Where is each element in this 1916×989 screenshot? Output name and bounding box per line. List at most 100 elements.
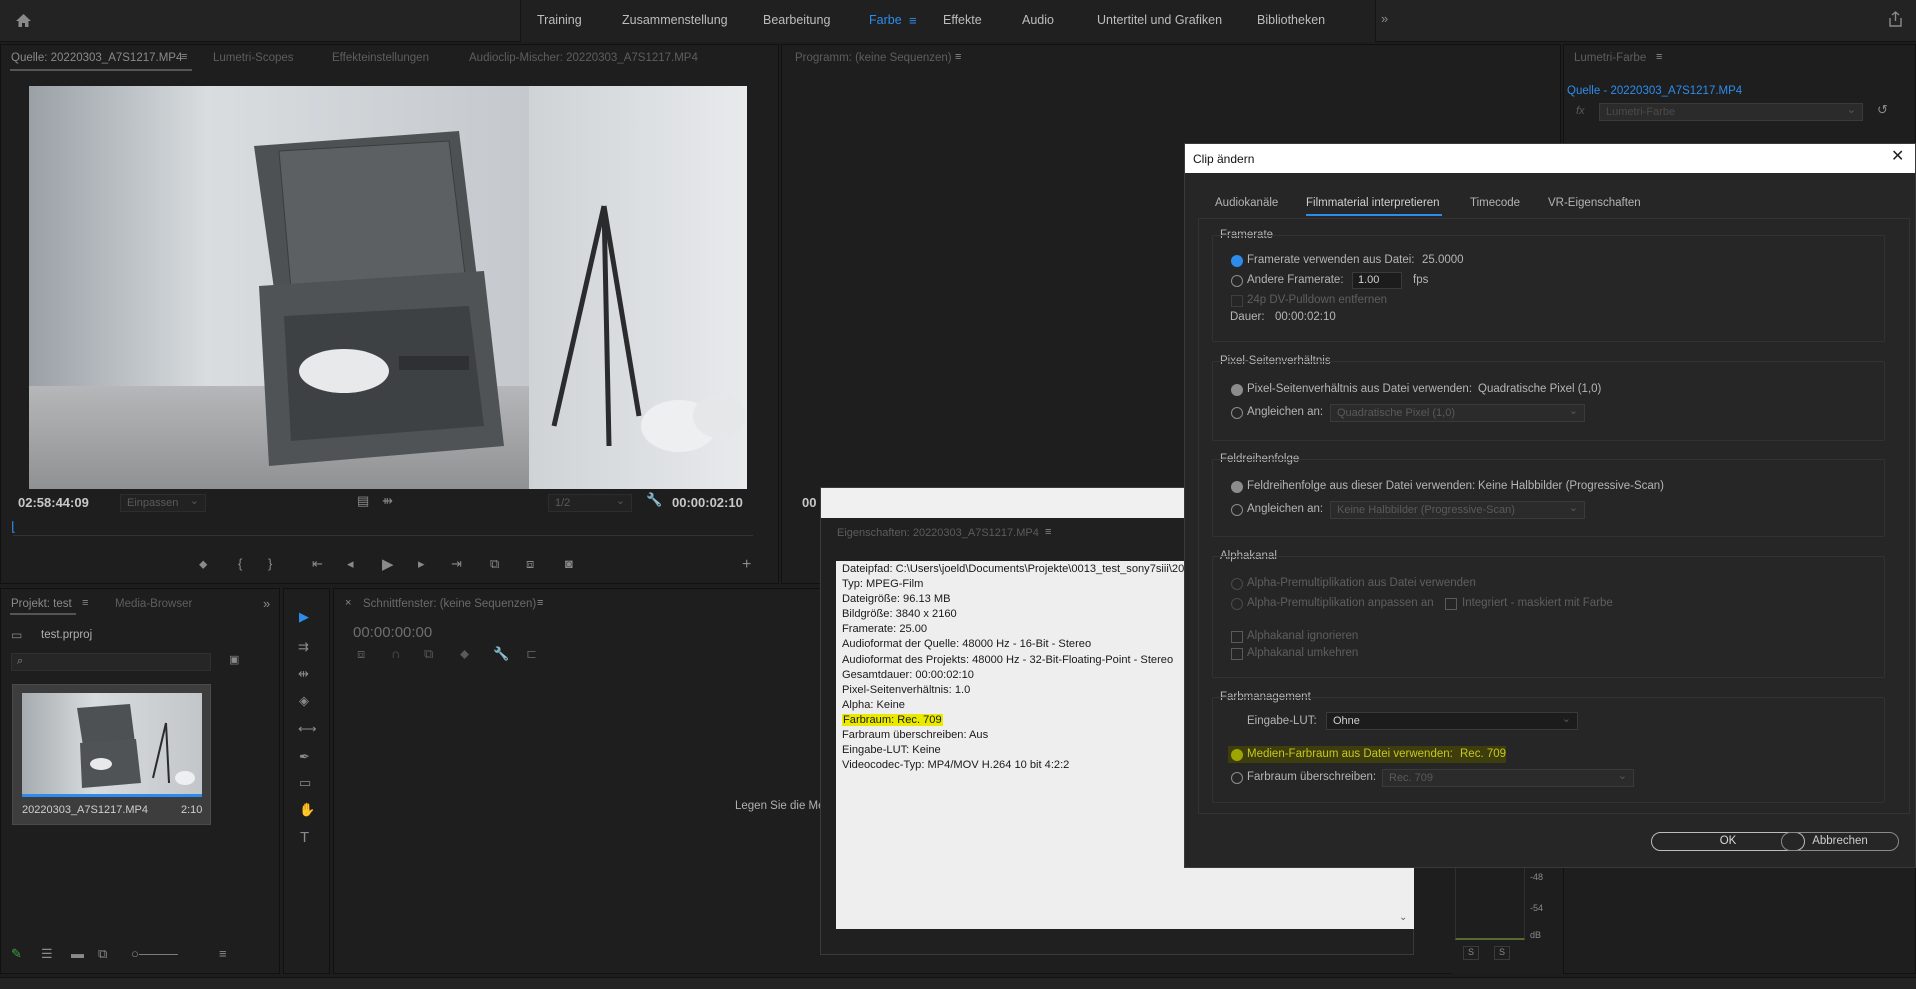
workspace-training[interactable]: Training [537,13,582,27]
panel-menu-icon[interactable]: ≡ [181,52,187,63]
ignore-alpha-checkbox[interactable] [1231,631,1243,643]
premult-adjust-radio[interactable] [1231,598,1243,610]
marker-list-icon[interactable]: ▤ [357,494,369,507]
workspace-zusammenstellung[interactable]: Zusammenstellung [622,13,728,27]
tab-vr-properties[interactable]: VR-Eigenschaften [1548,197,1641,209]
tab-media-browser[interactable]: Media-Browser [115,598,192,610]
step-back-icon[interactable]: ◂ [347,557,354,570]
share-icon[interactable] [1888,11,1903,29]
track-select-icon[interactable]: ⇉ [298,640,309,653]
tab-timecode[interactable]: Timecode [1470,197,1520,209]
list-view-icon[interactable]: ☰ [41,947,53,960]
new-bin-icon[interactable]: ▣ [229,655,239,666]
pixel-conform-dropdown[interactable]: Quadratische Pixel (1,0) [1330,404,1585,422]
field-conform-dropdown[interactable]: Keine Halbbilder (Progressive-Scan) [1330,501,1585,519]
pencil-icon[interactable]: ✎ [11,947,22,960]
tab-audio-channels[interactable]: Audiokanäle [1215,197,1278,209]
linked-selection-icon[interactable]: ⧉ [424,647,433,660]
timeline-timecode[interactable]: 00:00:00:00 [353,624,432,641]
insert-icon[interactable]: ⧉ [490,557,499,570]
override-color-dropdown[interactable]: Rec. 709 [1382,769,1634,787]
tab-program[interactable]: Programm: (keine Sequenzen) [795,52,952,64]
chevron-right-icon[interactable]: » [1381,12,1388,25]
hand-icon[interactable]: ✋ [299,803,315,816]
workspace-bearbeitung[interactable]: Bearbeitung [763,13,830,27]
panel-menu-icon[interactable]: ≡ [955,52,961,63]
nest-icon[interactable]: ⧈ [357,647,365,660]
solo-button[interactable]: S [1463,946,1479,960]
overwrite-icon[interactable]: ⧈ [526,557,534,570]
slip-icon[interactable]: ⟷ [298,722,317,735]
step-forward-icon[interactable]: ▸ [418,557,425,570]
integrated-checkbox[interactable] [1445,598,1457,610]
captions-icon[interactable]: ⊏ [526,647,537,660]
panel-menu-icon[interactable]: ≡ [82,598,88,609]
pixel-file-radio[interactable] [1231,384,1243,396]
tab-source[interactable]: Quelle: 20220303_A7S1217.MP4 [11,52,182,64]
freeform-view-icon[interactable]: ⧉ [98,947,107,960]
mark-out-icon[interactable]: } [268,557,272,570]
tab-project[interactable]: Projekt: test [11,598,72,610]
tab-audioclip-mixer[interactable]: Audioclip-Mischer: 20220303_A7S1217.MP4 [469,52,698,64]
tab-interpret-footage[interactable]: Filmmaterial interpretieren [1306,197,1440,209]
source-video-frame[interactable] [29,86,747,489]
tab-timeline[interactable]: Schnittfenster: (keine Sequenzen) [363,598,536,610]
rectangle-icon[interactable]: ▭ [299,776,311,789]
marker-icon[interactable]: ⬥ [199,558,207,570]
fit-dropdown[interactable]: Einpassen [120,494,206,512]
pen-icon[interactable]: ✒ [299,750,310,763]
field-conform-radio[interactable] [1231,504,1243,516]
scroll-down-icon[interactable]: ⌄ [1399,913,1407,923]
tab-lumetri-color[interactable]: Lumetri-Farbe [1574,52,1646,64]
override-color-radio[interactable] [1231,772,1243,784]
workspace-bibliotheken[interactable]: Bibliotheken [1257,13,1325,27]
premult-file-radio[interactable] [1231,578,1243,590]
panel-menu-icon[interactable]: ≡ [1656,52,1662,63]
workspace-audio[interactable]: Audio [1022,13,1054,27]
input-lut-dropdown[interactable]: Ohne [1326,712,1578,730]
framerate-other-radio[interactable] [1231,275,1243,287]
invert-alpha-checkbox[interactable] [1231,648,1243,660]
pixel-conform-radio[interactable] [1231,407,1243,419]
tab-effect-settings[interactable]: Effekteinstellungen [332,52,429,64]
ripple-edit-icon[interactable]: ⇹ [298,667,309,680]
camera-icon[interactable]: ◙ [565,557,573,570]
playhead-icon[interactable]: ⌊ [11,520,16,533]
mark-in-icon[interactable]: { [238,557,242,570]
project-search-input[interactable]: ⌕ [11,653,211,671]
play-icon[interactable]: ▶ [382,557,394,572]
snap-icon[interactable]: ∩ [391,647,400,660]
panel-menu-icon[interactable]: ≡ [1045,527,1051,538]
razor-icon[interactable]: ◈ [299,694,309,707]
more-panels-icon[interactable]: » [263,597,270,610]
lumetri-source[interactable]: Quelle - 20220303_A7S1217.MP4 [1567,85,1742,97]
workspace-farbe[interactable]: Farbe [869,13,902,27]
timeline-settings-icon[interactable]: 🔧 [493,647,509,660]
project-clip-thumbnail[interactable]: 20220303_A7S1217.MP4 2:10 [12,684,211,825]
add-marker-icon[interactable]: ⬥ [460,647,469,660]
go-to-out-icon[interactable]: ⇥ [451,557,462,570]
workspace-untertitel[interactable]: Untertitel und Grafiken [1097,13,1222,27]
resolution-dropdown[interactable]: 1/2 [548,494,632,512]
go-to-in-icon[interactable]: ⇤ [312,557,323,570]
workspace-effekte[interactable]: Effekte [943,13,982,27]
source-timecode-left[interactable]: 02:58:44:09 [18,495,89,510]
home-icon[interactable] [15,13,32,30]
cancel-button[interactable]: Abbrechen [1781,832,1899,851]
selection-tool-icon[interactable]: ▶ [299,610,309,623]
panel-menu-icon[interactable]: ≡ [537,598,543,609]
framerate-input[interactable]: 1.00 [1352,272,1402,289]
wrench-icon[interactable]: 🔧 [646,493,662,506]
tab-lumetri-scopes[interactable]: Lumetri-Scopes [213,52,294,64]
close-icon[interactable]: ✕ [1891,149,1904,165]
type-tool-icon[interactable]: T [300,830,309,845]
solo-button[interactable]: S [1494,946,1510,960]
source-timecode-right[interactable]: 00:00:02:10 [672,495,743,510]
program-timecode[interactable]: 00 [802,495,816,510]
close-icon[interactable]: × [345,598,351,609]
icon-view-icon[interactable]: ▬ [71,947,84,960]
pulldown-checkbox[interactable] [1231,295,1243,307]
sort-icon[interactable]: ≡ [219,947,227,960]
framerate-file-radio[interactable] [1231,255,1243,267]
lumetri-effect-dropdown[interactable]: Lumetri-Farbe [1599,103,1863,121]
